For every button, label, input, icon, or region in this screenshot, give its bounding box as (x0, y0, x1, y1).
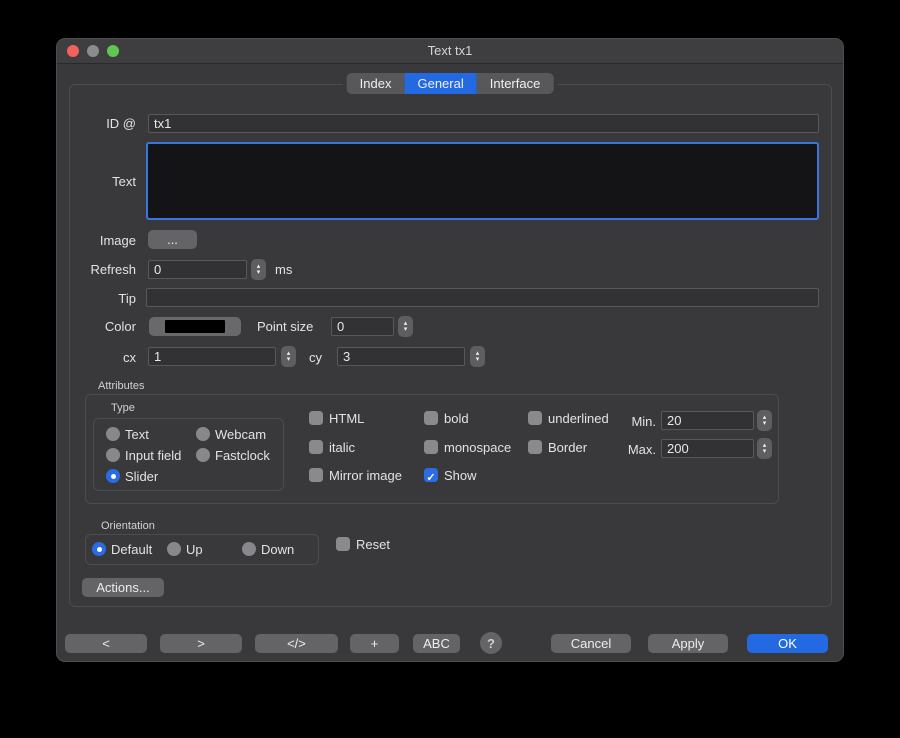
add-button[interactable]: + (350, 634, 399, 653)
checkbox-monospace-label: monospace (444, 438, 534, 457)
checkbox-border[interactable] (528, 440, 542, 454)
actions-button[interactable]: Actions... (82, 578, 164, 597)
title-bar: Text tx1 (57, 39, 843, 64)
tab-interface[interactable]: Interface (477, 73, 554, 94)
checkbox-html[interactable] (309, 411, 323, 425)
checkbox-italic-label: italic (329, 438, 419, 457)
code-button[interactable]: </> (255, 634, 338, 653)
radio-type-webcam[interactable] (196, 427, 210, 441)
checkbox-bold[interactable] (424, 411, 438, 425)
checkbox-mirror-image-label: Mirror image (329, 466, 424, 485)
image-browse-button[interactable]: ... (148, 230, 197, 249)
radio-orientation-default-label: Default (111, 540, 166, 559)
stepper-down-icon[interactable]: ▾ (763, 421, 767, 427)
cx-label: cx (57, 348, 136, 367)
checkbox-show[interactable]: ✓ (424, 468, 438, 482)
min-label: Min. (617, 412, 656, 431)
radio-type-input-field[interactable] (106, 448, 120, 462)
tab-bar: Index General Interface (343, 73, 558, 94)
color-swatch (165, 320, 225, 333)
stepper-down-icon[interactable]: ▾ (404, 327, 408, 333)
checkbox-italic[interactable] (309, 440, 323, 454)
cy-stepper[interactable]: ▴ ▾ (470, 346, 485, 367)
radio-type-text-label: Text (125, 425, 195, 444)
radio-type-text[interactable] (106, 427, 120, 441)
type-group-label: Type (111, 402, 135, 414)
radio-orientation-default[interactable] (92, 542, 106, 556)
window-title: Text tx1 (57, 39, 843, 63)
radio-orientation-up[interactable] (167, 542, 181, 556)
id-label: ID @ (57, 114, 136, 133)
cx-input[interactable] (148, 347, 276, 366)
checkbox-underlined[interactable] (528, 411, 542, 425)
max-stepper[interactable]: ▴ ▾ (757, 438, 772, 459)
next-button[interactable]: > (160, 634, 242, 653)
abc-button[interactable]: ABC (413, 634, 460, 653)
prev-button[interactable]: < (65, 634, 147, 653)
stepper-down-icon[interactable]: ▾ (257, 270, 261, 276)
max-label: Max. (617, 440, 656, 459)
checkbox-html-label: HTML (329, 409, 419, 428)
radio-orientation-down[interactable] (242, 542, 256, 556)
refresh-stepper[interactable]: ▴ ▾ (251, 259, 266, 280)
stepper-down-icon[interactable]: ▾ (287, 357, 291, 363)
point-size-label: Point size (257, 317, 327, 336)
text-label: Text (57, 172, 136, 191)
cx-stepper[interactable]: ▴ ▾ (281, 346, 296, 367)
radio-type-slider-label: Slider (125, 467, 195, 486)
image-label: Image (57, 231, 136, 250)
radio-orientation-up-label: Up (186, 540, 226, 559)
apply-button[interactable]: Apply (648, 634, 728, 653)
attributes-group-label: Attributes (98, 380, 144, 392)
min-stepper[interactable]: ▴ ▾ (757, 410, 772, 431)
orientation-group-label: Orientation (101, 520, 155, 532)
radio-type-slider[interactable] (106, 469, 120, 483)
id-input[interactable] (148, 114, 819, 133)
checkbox-reset-label: Reset (356, 535, 406, 554)
radio-type-fastclock[interactable] (196, 448, 210, 462)
color-well-button[interactable] (149, 317, 241, 336)
text-textarea[interactable] (146, 142, 819, 220)
cy-label: cy (309, 348, 333, 367)
radio-type-fastclock-label: Fastclock (215, 446, 285, 465)
radio-type-webcam-label: Webcam (215, 425, 285, 444)
help-button[interactable]: ? (480, 632, 502, 654)
point-size-stepper[interactable]: ▴ ▾ (398, 316, 413, 337)
refresh-unit-label: ms (275, 260, 315, 279)
min-input[interactable] (661, 411, 754, 430)
radio-orientation-down-label: Down (261, 540, 311, 559)
radio-type-input-field-label: Input field (125, 446, 197, 465)
checkbox-monospace[interactable] (424, 440, 438, 454)
check-icon: ✓ (426, 472, 435, 484)
max-input[interactable] (661, 439, 754, 458)
refresh-label: Refresh (57, 260, 136, 279)
cy-input[interactable] (337, 347, 465, 366)
cancel-button[interactable]: Cancel (551, 634, 631, 653)
dialog-window: Text tx1 Index General Interface ID @ Te… (56, 38, 844, 662)
checkbox-mirror-image[interactable] (309, 468, 323, 482)
stepper-down-icon[interactable]: ▾ (476, 357, 480, 363)
tip-input[interactable] (146, 288, 819, 307)
checkbox-bold-label: bold (444, 409, 534, 428)
tab-general[interactable]: General (404, 73, 476, 94)
point-size-input[interactable] (331, 317, 394, 336)
refresh-input[interactable] (148, 260, 247, 279)
checkbox-reset[interactable] (336, 537, 350, 551)
color-label: Color (57, 317, 136, 336)
tip-label: Tip (57, 289, 136, 308)
tab-index[interactable]: Index (347, 73, 405, 94)
checkbox-show-label: Show (444, 466, 534, 485)
ok-button[interactable]: OK (747, 634, 828, 653)
stepper-down-icon[interactable]: ▾ (763, 449, 767, 455)
